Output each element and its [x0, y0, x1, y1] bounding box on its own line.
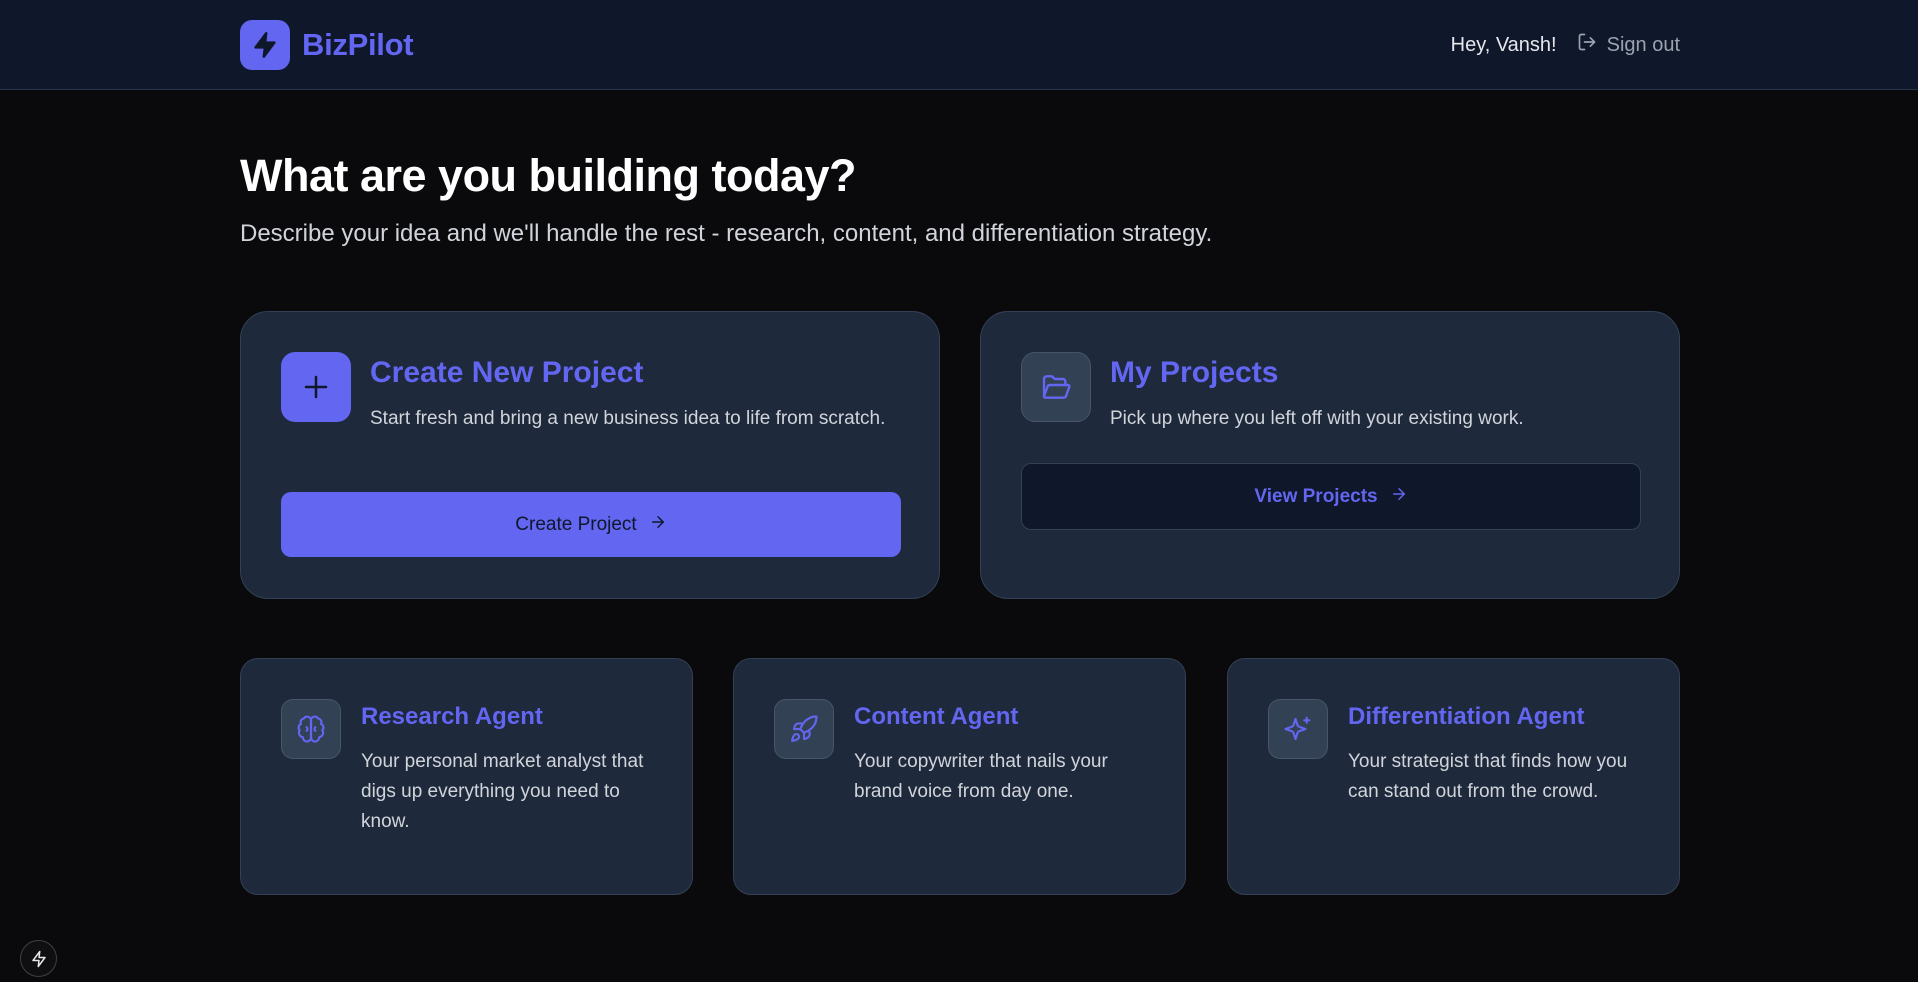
- my-projects-title: My Projects: [1110, 356, 1279, 389]
- arrow-right-icon: [1390, 485, 1408, 509]
- agent-description: Your personal market analyst that digs u…: [361, 751, 644, 832]
- sign-out-label: Sign out: [1606, 33, 1680, 56]
- my-projects-card: My Projects Pick up where you left off w…: [980, 311, 1680, 599]
- page-subtitle: Describe your idea and we'll handle the …: [240, 220, 1213, 247]
- lightning-bolt-icon[interactable]: [20, 940, 57, 977]
- sparkles-icon: [1268, 699, 1328, 759]
- create-project-card: Create New Project Start fresh and bring…: [240, 311, 940, 599]
- differentiation-agent-card: Differentiation Agent Your strategist th…: [1227, 658, 1680, 895]
- agent-title: Research Agent: [361, 703, 543, 730]
- create-project-button-label: Create Project: [515, 513, 637, 535]
- lightning-bolt-icon: [240, 20, 290, 70]
- my-projects-description: Pick up where you left off with your exi…: [1110, 408, 1524, 429]
- log-out-icon: [1577, 32, 1597, 58]
- rocket-icon: [774, 699, 834, 759]
- create-project-title: Create New Project: [370, 356, 644, 389]
- agent-title: Content Agent: [854, 703, 1019, 730]
- arrow-right-icon: [649, 513, 667, 537]
- view-projects-button[interactable]: View Projects: [1021, 463, 1641, 530]
- user-area: Hey, Vansh! Sign out: [1451, 28, 1680, 62]
- sign-out-button[interactable]: Sign out: [1577, 32, 1680, 58]
- agent-description: Your strategist that finds how you can s…: [1348, 751, 1628, 802]
- brand-link[interactable]: BizPilot: [240, 20, 414, 70]
- plus-icon: [281, 352, 351, 422]
- agent-title: Differentiation Agent: [1348, 703, 1585, 730]
- top-navbar: BizPilot Hey, Vansh! Sign out: [0, 0, 1918, 90]
- user-greeting: Hey, Vansh!: [1450, 33, 1557, 56]
- agent-description: Your copywriter that nails your brand vo…: [854, 751, 1108, 802]
- create-project-description: Start fresh and bring a new business ide…: [370, 408, 886, 429]
- research-agent-card: Research Agent Your personal market anal…: [240, 658, 693, 895]
- brain-icon: [281, 699, 341, 759]
- view-projects-button-label: View Projects: [1254, 485, 1378, 507]
- content-agent-card: Content Agent Your copywriter that nails…: [733, 658, 1186, 895]
- create-project-button[interactable]: Create Project: [281, 492, 901, 557]
- folder-open-icon: [1021, 352, 1091, 422]
- page-title: What are you building today?: [240, 150, 857, 201]
- brand-name: BizPilot: [302, 27, 414, 62]
